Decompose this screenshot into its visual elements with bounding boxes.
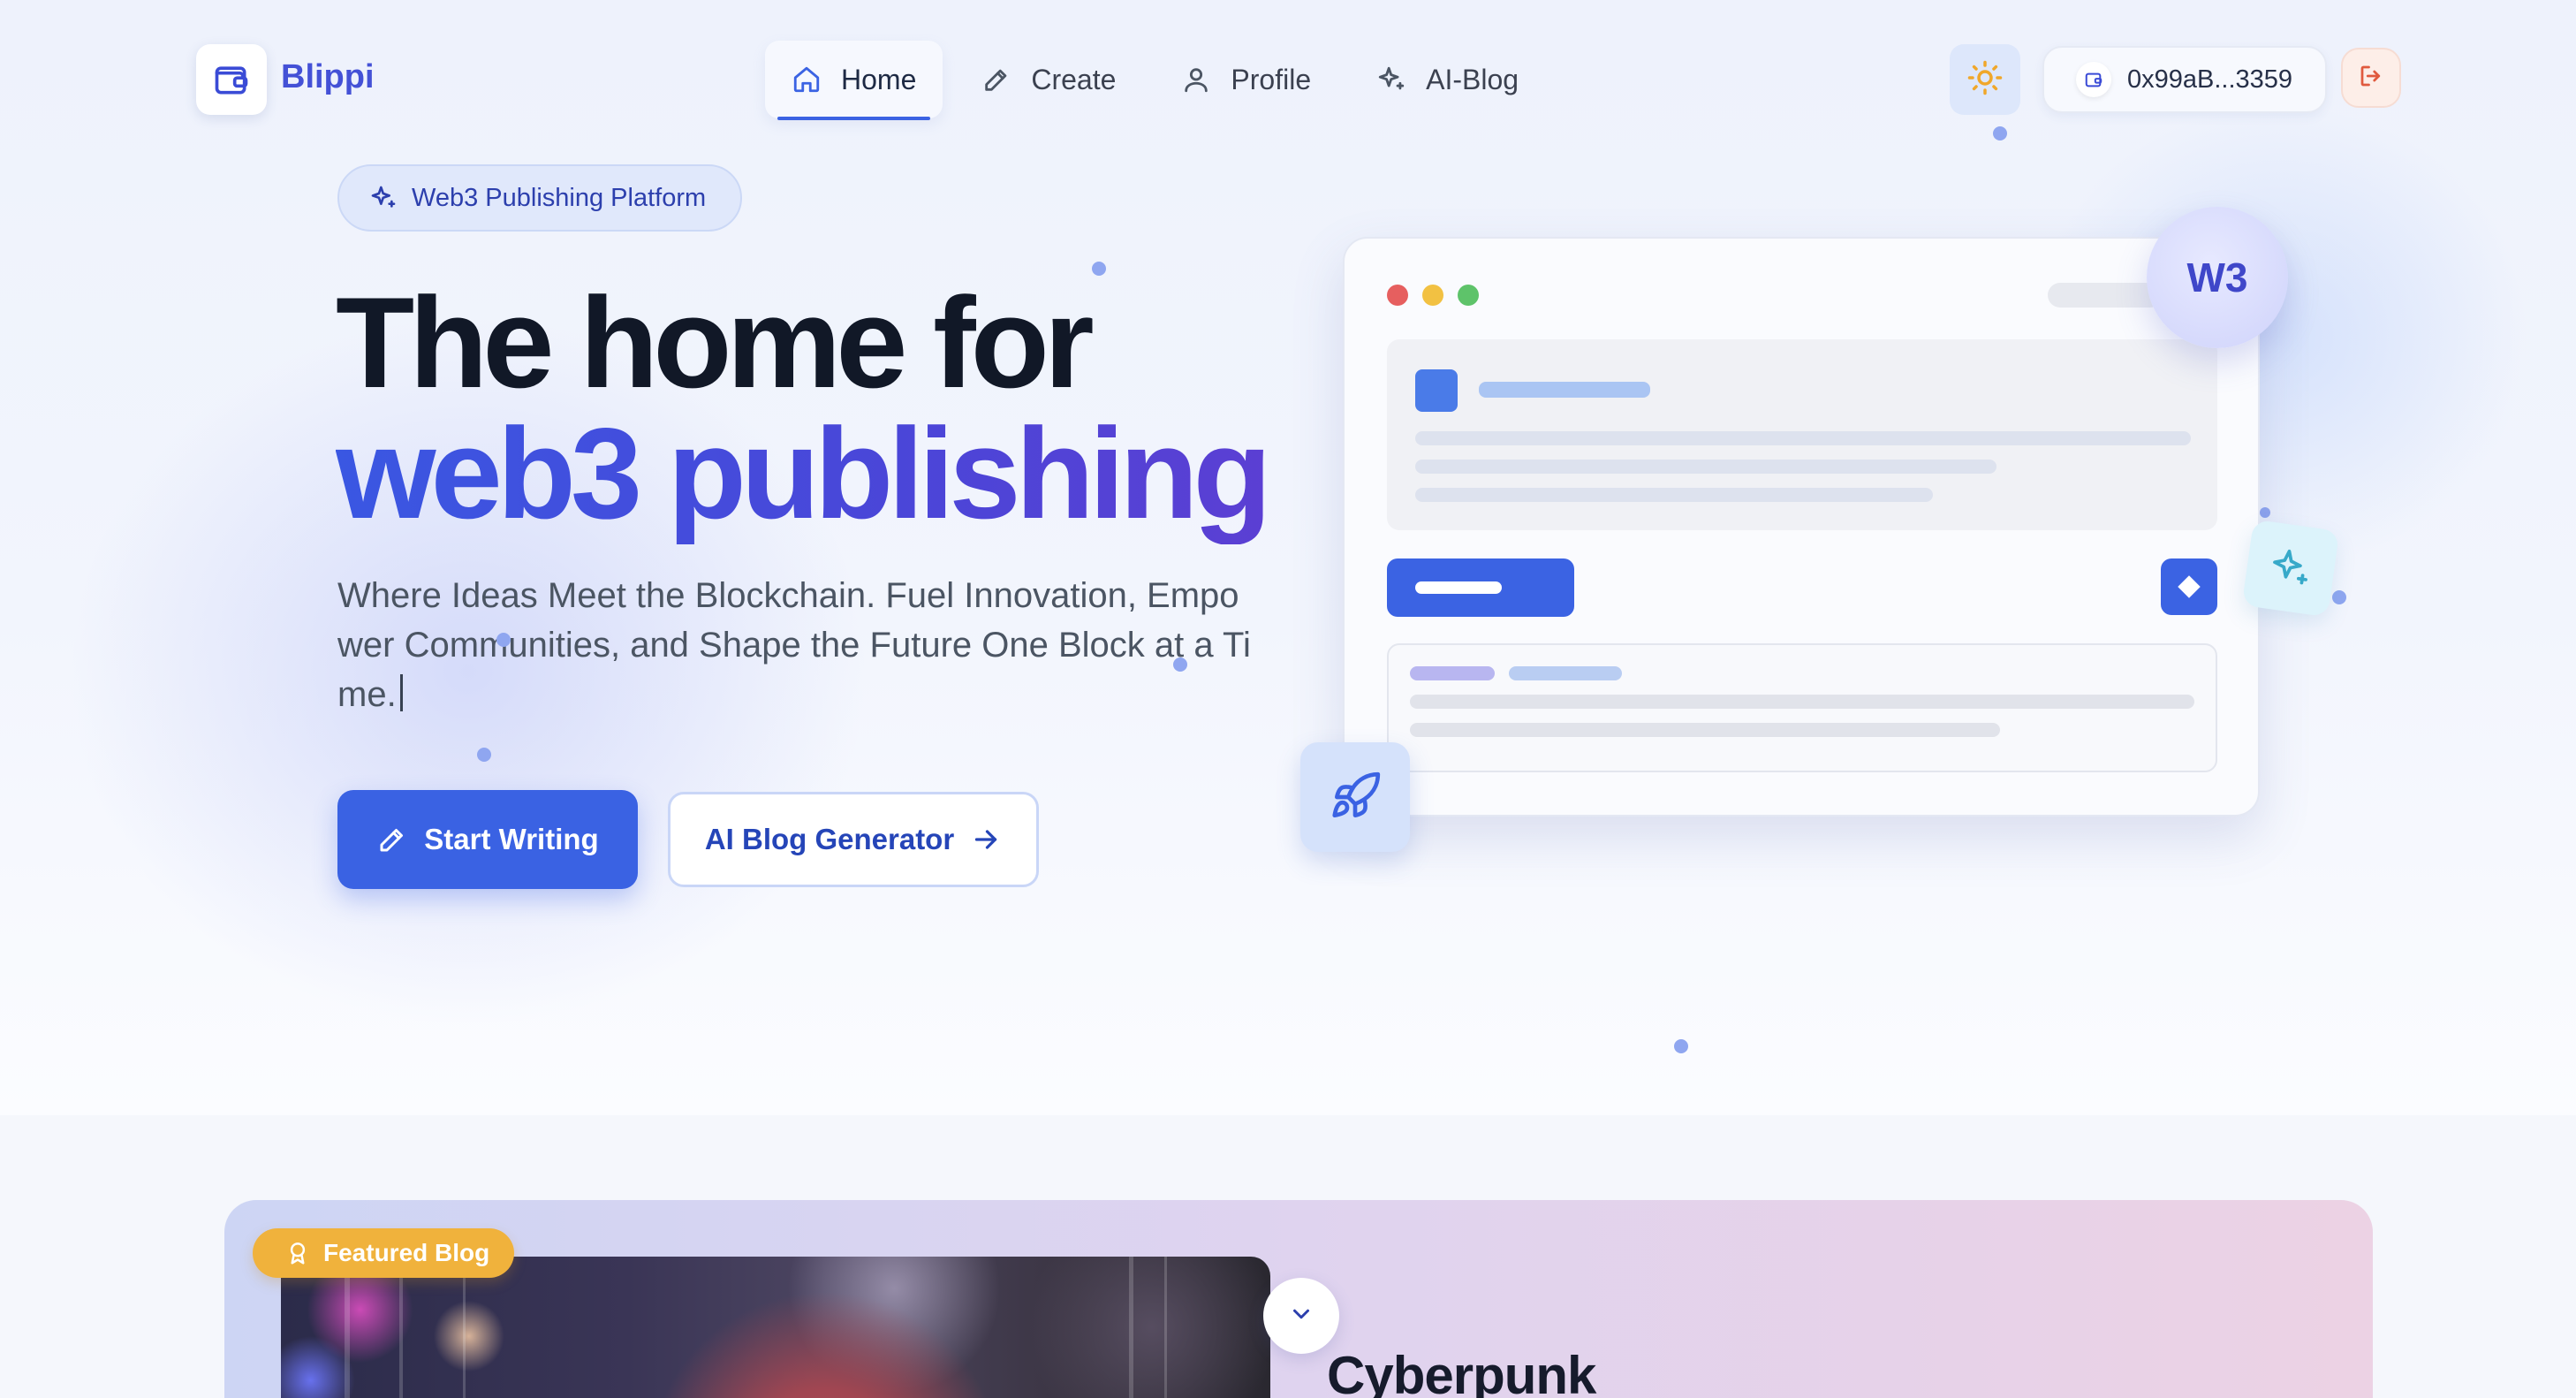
image-light-streak <box>345 1257 350 1398</box>
nav-item-label: Profile <box>1231 63 1312 95</box>
hero-title-line2: web3 publishing <box>336 401 1272 545</box>
mock-text-line <box>1410 723 2000 737</box>
decorative-dot <box>2332 590 2346 604</box>
mock-url-bar <box>2048 283 2163 308</box>
mock-text-line <box>1410 695 2194 709</box>
ai-blog-generator-button[interactable]: AI Blog Generator <box>668 792 1039 887</box>
window-minimize-dot <box>1422 285 1443 306</box>
chevron-down-icon <box>1288 1301 1315 1332</box>
pencil-icon <box>376 824 408 855</box>
nav-item-ai-blog[interactable]: AI-Blog <box>1350 41 1545 118</box>
start-writing-label: Start Writing <box>424 823 599 855</box>
award-icon <box>284 1240 311 1266</box>
mock-text-line <box>1509 666 1622 680</box>
logout-button[interactable] <box>2341 48 2401 108</box>
nav-item-profile[interactable]: Profile <box>1155 41 1337 118</box>
mock-thumbnail <box>1415 369 1458 412</box>
nav-item-label: Home <box>841 63 917 95</box>
diamond-icon <box>2161 558 2217 615</box>
hero-subtitle-text: Where Ideas Meet the Blockchain. Fuel In… <box>337 576 1251 714</box>
decorative-dot <box>2260 507 2270 518</box>
theme-toggle-button[interactable] <box>1950 44 2020 115</box>
featured-badge-label: Featured Blog <box>323 1239 490 1266</box>
user-icon <box>1181 65 1211 95</box>
logo-icon[interactable] <box>196 44 267 115</box>
expand-button[interactable] <box>1263 1278 1339 1354</box>
nav-item-home[interactable]: Home <box>765 41 943 120</box>
w3-badge: W3 <box>2147 207 2288 348</box>
main-nav: Home Create Profile AI-Blog <box>765 41 1557 120</box>
window-close-dot <box>1387 285 1408 306</box>
sparkles-icon <box>2241 519 2340 618</box>
featured-blog-title[interactable]: Cyberpunk <box>1327 1345 1596 1398</box>
home-icon <box>792 65 822 95</box>
wallet-address-button[interactable]: 0x99aB...3359 <box>2042 46 2327 113</box>
typing-caret <box>399 674 403 711</box>
pencil-icon <box>981 65 1011 95</box>
sparkles-icon <box>369 184 398 212</box>
decorative-dot <box>1993 126 2007 141</box>
wallet-address: 0x99aB...3359 <box>2127 65 2293 94</box>
featured-blog-badge: Featured Blog <box>253 1228 514 1278</box>
rocket-icon <box>1300 742 1410 852</box>
featured-blog-image[interactable] <box>281 1257 1270 1398</box>
wallet-icon <box>2076 62 2111 97</box>
decorative-dot <box>1092 262 1106 276</box>
window-maximize-dot <box>1458 285 1479 306</box>
image-light-streak <box>463 1257 466 1398</box>
decorative-dot <box>1674 1039 1688 1053</box>
mock-text-line <box>1415 431 2191 445</box>
editor-mockup-illustration <box>1343 237 2260 817</box>
nav-item-create[interactable]: Create <box>955 41 1142 118</box>
ai-blog-generator-label: AI Blog Generator <box>704 823 955 855</box>
decorative-dot <box>477 748 491 762</box>
mock-text-line <box>1479 382 1650 398</box>
arrow-right-icon <box>970 824 1002 855</box>
image-light-streak <box>399 1257 403 1398</box>
hero-subtitle: Where Ideas Meet the Blockchain. Fuel In… <box>337 571 1256 719</box>
start-writing-button[interactable]: Start Writing <box>337 790 638 889</box>
hero-title-line1: The home for <box>336 270 1095 414</box>
mock-text-line <box>1415 488 1933 502</box>
decorative-dot <box>496 633 511 647</box>
nav-item-label: Create <box>1031 63 1117 95</box>
badge-label: Web3 Publishing Platform <box>412 183 707 212</box>
mock-text-line <box>1410 666 1495 680</box>
page: Blippi Home Create Profile AI-Blog 0x99a… <box>0 0 2576 1398</box>
brand-name[interactable]: Blippi <box>281 58 375 96</box>
mock-text-line <box>1415 460 1996 474</box>
nav-item-label: AI-Blog <box>1426 63 1519 95</box>
sparkles-icon <box>1376 65 1406 95</box>
sun-icon <box>1966 59 2004 101</box>
image-light-streak <box>1129 1257 1133 1398</box>
image-light-streak <box>1164 1257 1167 1398</box>
logout-icon <box>2358 63 2384 94</box>
decorative-dot <box>1173 657 1187 672</box>
platform-badge: Web3 Publishing Platform <box>337 164 742 232</box>
mock-button <box>1387 558 1574 617</box>
